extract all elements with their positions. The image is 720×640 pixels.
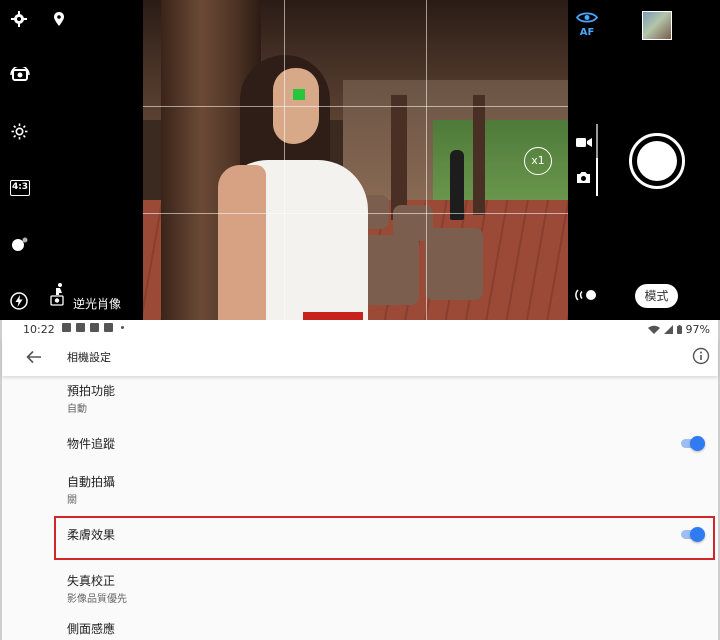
setting-title: 側面感應 xyxy=(67,622,116,636)
setting-object-tracking[interactable]: 物件追蹤 xyxy=(2,422,718,468)
camera-settings-screen: 10:22 97% 相機設定 預拍功能 自動 物件追蹤 自動拍攝 關 柔膚效果 … xyxy=(0,320,720,640)
gear-icon[interactable] xyxy=(11,11,27,27)
camera-switch-icon[interactable] xyxy=(10,67,30,83)
remote-control-icon[interactable] xyxy=(574,289,598,304)
face-detect-box xyxy=(293,89,305,100)
grid-line-h2 xyxy=(143,213,568,214)
bokeh-icon[interactable] xyxy=(11,236,29,252)
video-mode-icon[interactable] xyxy=(576,137,592,148)
af-label: AF xyxy=(579,27,595,38)
camera-left-toolbar xyxy=(0,0,143,320)
viewfinder[interactable]: x1 xyxy=(143,0,568,320)
photo-mode-icon[interactable] xyxy=(576,171,591,184)
more-notifications-icon xyxy=(121,326,124,329)
setting-subtitle: 關 xyxy=(67,495,77,506)
page-title: 相機設定 xyxy=(67,351,111,364)
setting-title: 失真校正 xyxy=(67,574,116,588)
grid-line-h1 xyxy=(143,106,568,107)
mode-slider[interactable] xyxy=(596,124,598,196)
battery-level: 97% xyxy=(685,323,710,336)
mail-icon xyxy=(76,323,85,332)
status-bar: 10:22 97% xyxy=(2,320,718,338)
grid-line-v1 xyxy=(284,0,285,320)
app-bar: 相機設定 xyxy=(2,338,718,376)
brightness-icon[interactable] xyxy=(11,123,28,140)
setting-distortion-correction[interactable]: 失真校正 影像品質優先 xyxy=(2,562,718,612)
eye-af-icon[interactable]: AF xyxy=(575,8,599,38)
signal-icon xyxy=(663,325,673,334)
status-time: 10:22 xyxy=(23,323,55,336)
back-arrow-icon[interactable] xyxy=(24,347,44,367)
setting-auto-capture[interactable]: 自動拍攝 關 xyxy=(2,468,718,514)
facebook-icon xyxy=(62,323,71,332)
grid-line-v2 xyxy=(426,0,427,320)
mode-button[interactable]: 模式 xyxy=(635,284,678,308)
gallery-thumbnail[interactable] xyxy=(642,11,672,40)
zoom-button[interactable]: x1 xyxy=(524,147,552,175)
setting-title: 自動拍攝 xyxy=(67,475,116,489)
location-pin-icon[interactable] xyxy=(54,12,64,26)
setting-subtitle: 影像品質優先 xyxy=(67,594,127,605)
mail-icon xyxy=(90,323,99,332)
battery-icon xyxy=(676,325,682,334)
shutter-button[interactable] xyxy=(629,133,685,189)
camera-app: x1 4:3 逆光肖像 AF 模式 xyxy=(0,0,720,320)
scene-person-icon xyxy=(50,282,66,306)
wifi-icon xyxy=(647,325,660,334)
chat-icon xyxy=(104,323,113,332)
aspect-ratio-icon[interactable]: 4:3 xyxy=(10,180,30,196)
screen: x1 4:3 逆光肖像 AF 模式 10:22 97% 相機設定 預拍功能 自動… xyxy=(0,0,720,640)
setting-side-sense[interactable]: 側面感應 xyxy=(2,614,718,640)
setting-prerecord[interactable]: 預拍功能 自動 xyxy=(2,376,718,422)
notification-icons xyxy=(62,323,124,332)
highlight-box xyxy=(54,516,715,560)
system-icons: 97% xyxy=(647,323,710,336)
background-person xyxy=(450,150,464,220)
object-tracking-toggle[interactable] xyxy=(681,433,707,453)
setting-title: 預拍功能 xyxy=(67,384,116,398)
setting-title: 物件追蹤 xyxy=(67,437,116,451)
info-icon[interactable] xyxy=(692,347,710,365)
flash-icon[interactable] xyxy=(10,292,28,310)
scene-mode-label: 逆光肖像 xyxy=(73,297,122,311)
setting-subtitle: 自動 xyxy=(67,404,87,415)
